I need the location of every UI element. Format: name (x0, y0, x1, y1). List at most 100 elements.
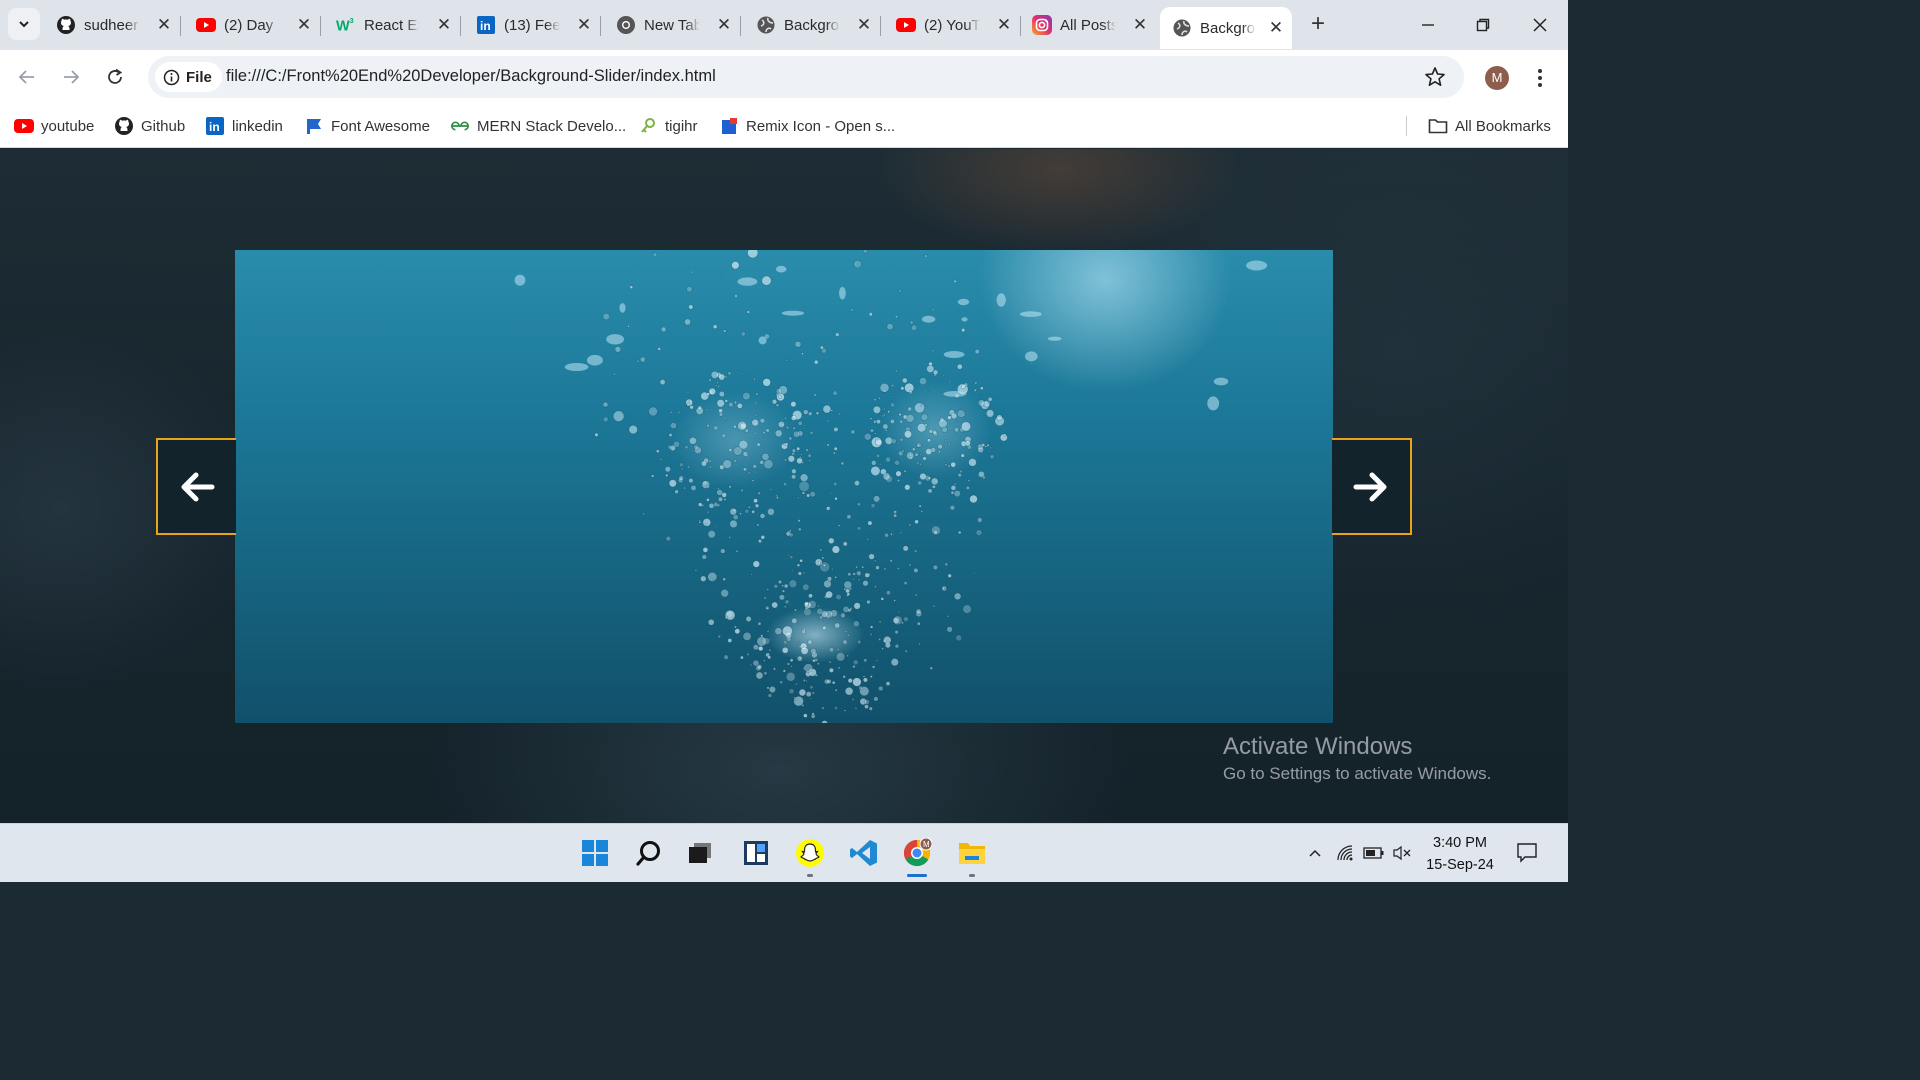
bookmark-label: tigihr (665, 117, 698, 135)
running-indicator (969, 874, 975, 877)
bookmark-remix-icon[interactable]: Remix Icon - Open s... (719, 113, 895, 139)
bookmark-mern-stack[interactable]: MERN Stack Develo... (450, 113, 626, 139)
close-tab-icon[interactable]: ✕ (994, 15, 1014, 35)
info-icon (163, 69, 180, 85)
globe-icon (756, 15, 776, 35)
back-button[interactable] (12, 62, 42, 92)
tab-title: (2) YouT (924, 16, 980, 34)
chrome-icon (616, 15, 636, 35)
task-view-icon (689, 843, 711, 863)
tab-youtube-2[interactable]: (2) YouT ✕ (884, 8, 1021, 42)
clock-date: 15-Sep-24 (1426, 857, 1494, 873)
tab-youtube-day[interactable]: (2) Day ✕ (184, 8, 321, 42)
tab-background-active[interactable]: Backgro ✕ (1160, 7, 1292, 49)
flag-icon (304, 116, 324, 136)
youtube-icon (14, 116, 34, 136)
search-icon (636, 841, 660, 866)
bookmark-youtube[interactable]: youtube (14, 113, 94, 139)
new-tab-button[interactable]: + (1305, 12, 1331, 38)
bookmark-font-awesome[interactable]: Font Awesome (304, 113, 430, 139)
prev-slide-button[interactable] (156, 438, 236, 535)
taskbar-file-explorer[interactable] (954, 835, 990, 877)
start-button[interactable] (577, 835, 613, 871)
tab-title: (2) Day (224, 16, 274, 34)
close-tab-icon[interactable]: ✕ (434, 15, 454, 35)
linkedin-icon: in (476, 15, 496, 35)
close-tab-icon[interactable]: ✕ (294, 15, 314, 35)
tab-search-button[interactable] (8, 8, 40, 40)
reload-button[interactable] (100, 62, 130, 92)
all-bookmarks-label: All Bookmarks (1455, 117, 1551, 135)
tab-new-tab[interactable]: New Tab ✕ (604, 8, 741, 42)
bookmark-label: Font Awesome (331, 117, 430, 135)
site-info-chip[interactable]: File (155, 62, 222, 92)
bookmark-github[interactable]: Github (114, 113, 185, 139)
bookmark-label: linkedin (232, 117, 283, 135)
running-indicator (807, 874, 813, 877)
close-tab-icon[interactable]: ✕ (854, 15, 874, 35)
windows-taskbar: M 3:40 PM 15-Sep-24 (0, 823, 1568, 882)
browser-toolbar: File file:///C:/Front%20End%20Developer/… (0, 50, 1568, 104)
slider-page: Activate Windows Go to Settings to activ… (0, 149, 1568, 823)
minimize-button[interactable] (1408, 10, 1448, 40)
geeksforgeeks-icon (450, 116, 470, 136)
bookmarks-bar: youtube Github in linkedin Font Awesome … (0, 104, 1568, 148)
profile-avatar[interactable]: M (1485, 66, 1509, 90)
bookmark-label: Github (141, 117, 186, 135)
minimize-icon (1422, 24, 1434, 26)
battery-button[interactable] (1363, 842, 1385, 864)
bookmark-linkedin[interactable]: in linkedin (205, 113, 283, 139)
close-tab-icon[interactable]: ✕ (154, 15, 174, 35)
show-hidden-icons-button[interactable] (1304, 842, 1326, 864)
bookmark-label: MERN Stack Develo... (477, 117, 627, 135)
taskbar-snapchat[interactable] (792, 835, 828, 877)
close-tab-icon[interactable]: ✕ (1130, 15, 1150, 35)
battery-icon (1363, 847, 1384, 859)
taskbar-chrome[interactable]: M (899, 835, 935, 877)
tab-separator (880, 16, 881, 36)
svg-text:in: in (209, 120, 220, 134)
close-tab-icon[interactable]: ✕ (574, 15, 594, 35)
next-slide-button[interactable] (1332, 438, 1412, 535)
tab-background-1[interactable]: Backgro ✕ (744, 8, 881, 42)
forward-button[interactable] (56, 62, 86, 92)
arrow-right-icon (1353, 472, 1387, 501)
taskbar-vscode[interactable] (846, 835, 882, 871)
svg-text:3: 3 (350, 16, 354, 25)
tab-separator (320, 16, 321, 36)
w3schools-icon: W3 (336, 15, 356, 35)
notifications-icon[interactable] (1516, 842, 1538, 864)
windows-logo-icon (582, 840, 608, 866)
task-view-button[interactable] (682, 835, 718, 871)
volume-button[interactable] (1391, 842, 1413, 864)
bookmark-tigihr[interactable]: tigihr (638, 113, 698, 139)
svg-text:W: W (336, 18, 350, 34)
folder-icon (959, 843, 985, 864)
browser-menu-button[interactable] (1530, 64, 1550, 92)
taskbar-search-button[interactable] (631, 835, 667, 871)
network-button[interactable] (1335, 842, 1357, 864)
close-window-button[interactable] (1520, 10, 1560, 40)
tab-separator (600, 16, 601, 36)
tab-instagram[interactable]: All Posts ✕ (1020, 8, 1156, 42)
tab-title: sudheer (84, 16, 139, 34)
remix-icon (719, 116, 739, 136)
system-clock[interactable]: 3:40 PM 15-Sep-24 (1420, 832, 1500, 876)
clock-time: 3:40 PM (1433, 835, 1487, 851)
address-bar[interactable]: File file:///C:/Front%20End%20Developer/… (148, 56, 1464, 98)
all-bookmarks-button[interactable]: All Bookmarks (1428, 113, 1551, 139)
widgets-button[interactable] (738, 835, 774, 871)
bookmark-star-icon[interactable] (1424, 66, 1446, 88)
tab-separator (740, 16, 741, 36)
tab-github[interactable]: sudheer ✕ (44, 8, 181, 42)
svg-text:M: M (923, 840, 930, 849)
close-icon (1533, 18, 1547, 32)
bubbles-picture (514, 250, 1268, 723)
activate-windows-subtitle: Go to Settings to activate Windows. (1223, 764, 1492, 783)
restore-button[interactable] (1463, 10, 1503, 40)
close-tab-icon[interactable]: ✕ (714, 15, 734, 35)
close-tab-icon[interactable]: ✕ (1266, 18, 1286, 38)
tab-linkedin[interactable]: in (13) Fee ✕ (464, 8, 601, 42)
tab-react-es[interactable]: W3 React ES ✕ (324, 8, 461, 42)
url-text[interactable]: file:///C:/Front%20End%20Developer/Backg… (226, 67, 716, 86)
